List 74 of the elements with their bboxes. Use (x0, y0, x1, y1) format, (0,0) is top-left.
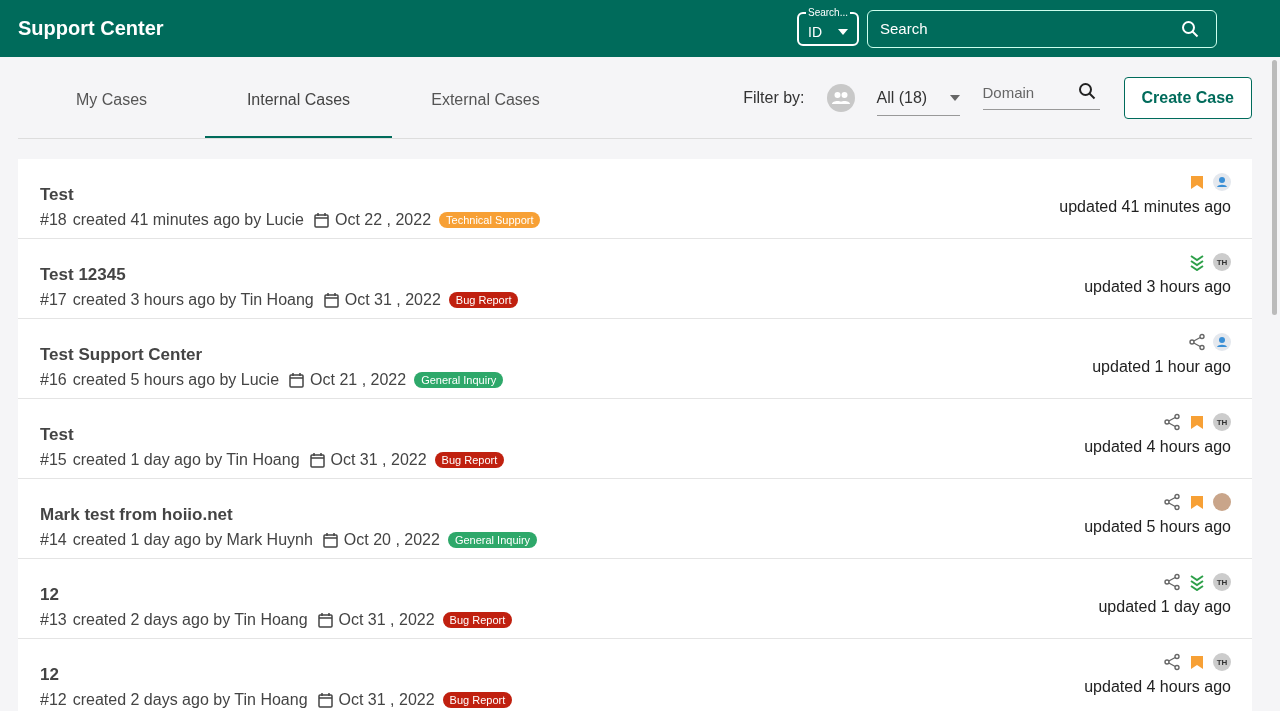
caret-icon[interactable] (949, 95, 960, 101)
category-tag: Bug Report (442, 612, 513, 628)
case-updated: updated 1 day ago (1098, 597, 1231, 617)
case-date: Oct 22 , 2022 (334, 211, 432, 229)
case-number: #13 (40, 611, 67, 629)
case-created: created 3 hours ago by Tin Hoang (72, 291, 314, 309)
category-tag: Bug Report (442, 692, 513, 708)
calendar-icon (289, 372, 305, 388)
case-date: Oct 21 , 2022 (310, 371, 407, 389)
category-tag: General Inquiry (447, 532, 538, 548)
case-date: Oct 31 , 2022 (338, 691, 435, 709)
category-tag: Bug Report (434, 452, 505, 468)
create-case-button[interactable]: Create Case (1123, 76, 1252, 119)
filter-label: Filter by: (743, 88, 805, 107)
search-icon[interactable] (1181, 19, 1199, 38)
case-title[interactable]: Mark test from hoiio.net (40, 505, 1051, 525)
caret-icon[interactable] (838, 28, 848, 35)
case-tab[interactable]: External Cases (392, 57, 579, 138)
share-icon[interactable] (1163, 413, 1181, 431)
case-title[interactable]: Test (40, 425, 1051, 445)
app-title: Support Center (18, 17, 165, 40)
case-updated: updated 1 hour ago (1092, 357, 1231, 377)
share-icon[interactable] (1163, 573, 1181, 591)
case-number: #15 (40, 451, 67, 469)
case-updated: updated 3 hours ago (1084, 277, 1231, 297)
search-icon[interactable] (1077, 81, 1096, 100)
case-created: created 5 hours ago by Lucie (72, 371, 280, 389)
avatar-initials: TH (1213, 413, 1231, 431)
case-number: #16 (40, 371, 67, 389)
share-icon[interactable] (1188, 333, 1206, 351)
case-title[interactable]: 12 (40, 585, 1051, 605)
calendar-icon (323, 292, 339, 308)
avatar-initials: TH (1213, 653, 1231, 671)
category-tag: General Inquiry (414, 372, 504, 388)
case-date: Oct 20 , 2022 (343, 531, 440, 549)
case-number: #12 (40, 691, 67, 709)
calendar-icon (309, 452, 325, 468)
avatar-photo-placeholder (1213, 493, 1231, 511)
case-title[interactable]: Test (40, 185, 1051, 205)
case-title[interactable]: Test 12345 (40, 265, 1051, 285)
case-created: created 2 days ago by Tin Hoang (72, 691, 308, 709)
avatar-initials: TH (1213, 253, 1231, 271)
case-number: #14 (40, 531, 67, 549)
calendar-icon (317, 692, 333, 708)
case-tab[interactable]: Internal Cases (205, 57, 392, 138)
calendar-icon (322, 532, 338, 548)
category-tag: Technical Support (439, 212, 541, 228)
case-updated: updated 41 minutes ago (1059, 197, 1231, 217)
domain-field[interactable]: Domain (982, 83, 1100, 110)
case-created: created 41 minutes ago by Lucie (72, 211, 304, 229)
category-tag: Bug Report (448, 292, 519, 308)
case-date: Oct 31 , 2022 (344, 291, 441, 309)
case-created: created 1 day ago by Tin Hoang (72, 451, 300, 469)
avatar-initials: TH (1213, 573, 1231, 591)
share-icon[interactable] (1163, 493, 1181, 511)
case-updated: updated 4 hours ago (1084, 677, 1231, 697)
scope-select[interactable]: All (18) (876, 79, 960, 116)
case-title[interactable]: Test Support Center (40, 345, 1051, 365)
search-field[interactable]: Search (867, 9, 1217, 48)
user-avatar-icon (1213, 173, 1231, 191)
case-tab[interactable]: My Cases (18, 57, 205, 138)
share-icon[interactable] (1163, 653, 1181, 671)
case-date: Oct 31 , 2022 (330, 451, 427, 469)
case-created: created 1 day ago by Mark Huynh (72, 531, 313, 549)
case-updated: updated 5 hours ago (1084, 517, 1231, 537)
case-updated: updated 4 hours ago (1084, 437, 1231, 457)
calendar-icon (313, 212, 329, 228)
case-created: created 2 days ago by Tin Hoang (72, 611, 308, 629)
case-number: #17 (40, 291, 67, 309)
case-title[interactable]: 12 (40, 665, 1051, 685)
calendar-icon (317, 612, 333, 628)
user-avatar-icon (1213, 333, 1231, 351)
case-number: #18 (40, 211, 67, 229)
case-date: Oct 31 , 2022 (338, 611, 435, 629)
